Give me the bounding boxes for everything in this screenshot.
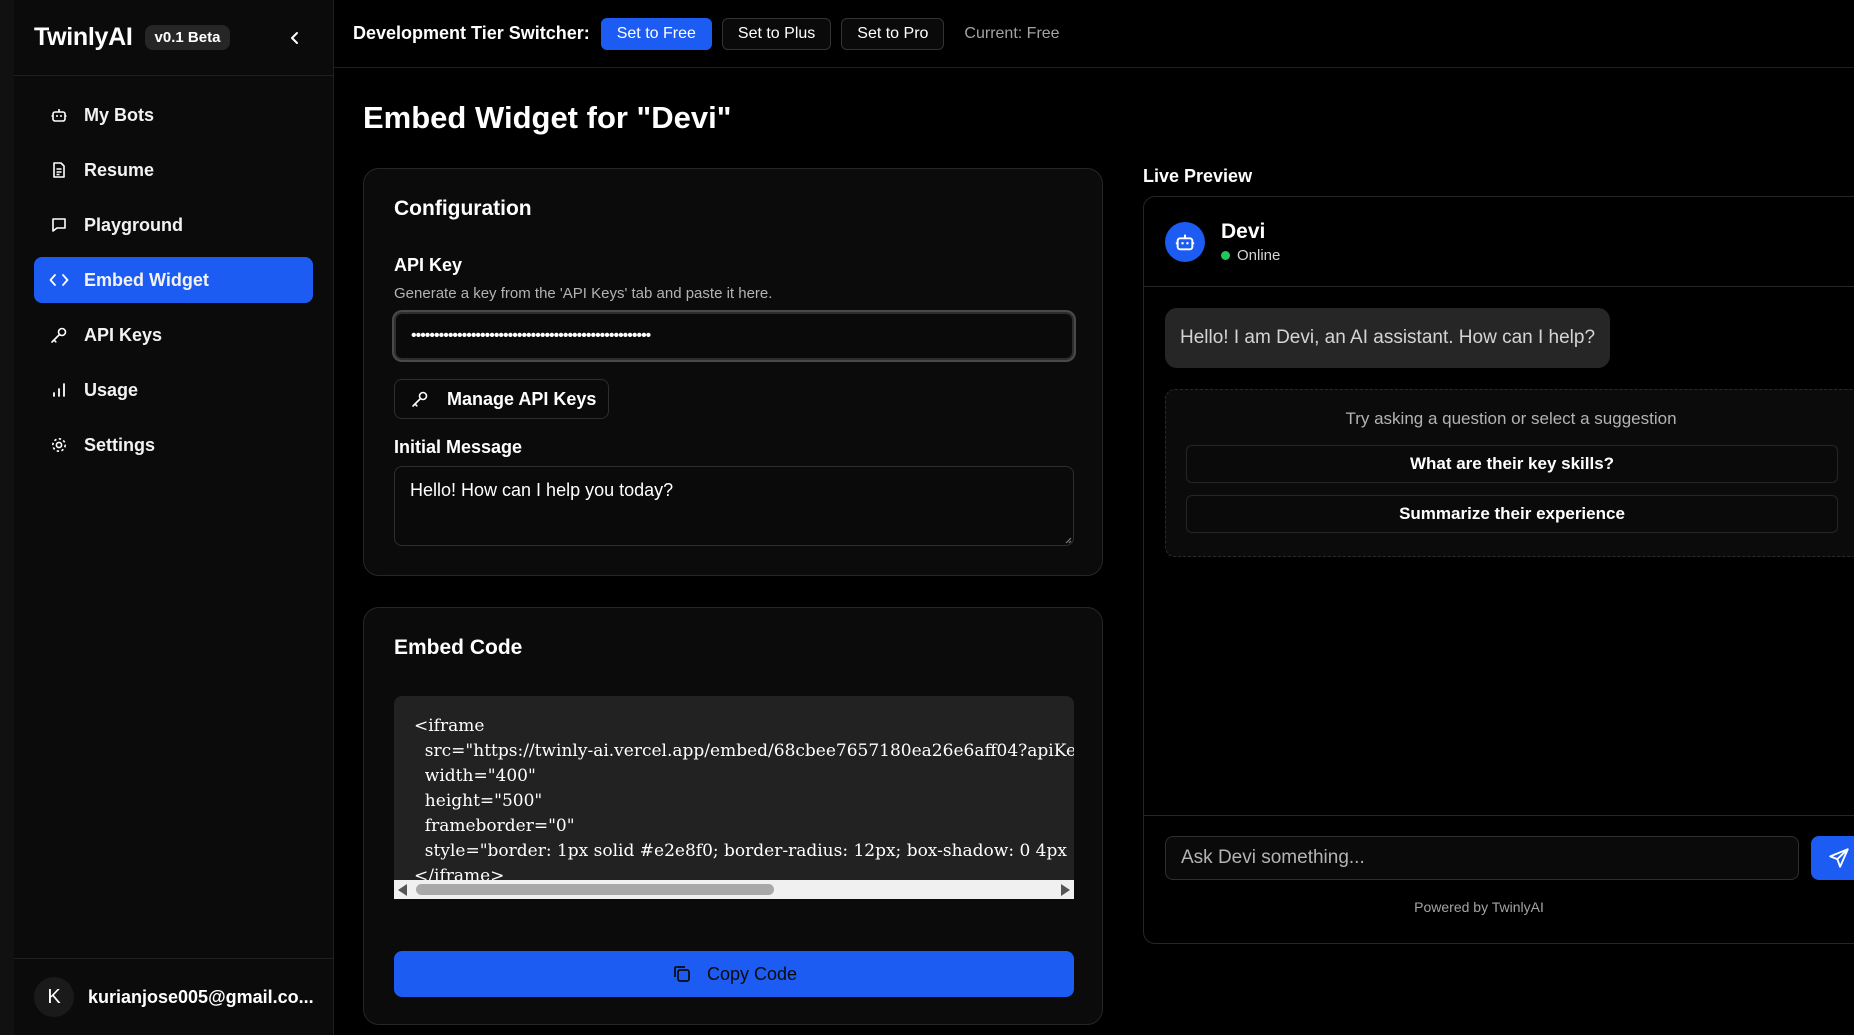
sidebar-item-embed-widget[interactable]: Embed Widget: [34, 257, 313, 303]
resize-grip-icon[interactable]: [1064, 536, 1072, 544]
sidebar: TwinlyAI v0.1 Beta My Bots Resume Playgr…: [14, 0, 334, 1035]
sidebar-item-api-keys[interactable]: API Keys: [34, 312, 313, 358]
page-title: Embed Widget for "Devi": [363, 100, 732, 135]
chat-widget-preview: Devi Online Hello! I am Devi, an AI assi…: [1143, 196, 1854, 944]
chat-message-input[interactable]: [1165, 836, 1799, 880]
version-badge: v0.1 Beta: [144, 25, 231, 50]
scroll-left-arrow-icon[interactable]: [398, 884, 407, 896]
chat-header: Devi Online: [1144, 197, 1854, 287]
live-preview-title: Live Preview: [1143, 166, 1253, 186]
bot-greeting-message: Hello! I am Devi, an AI assistant. How c…: [1165, 308, 1611, 368]
api-key-hint: Generate a key from the 'API Keys' tab a…: [394, 285, 773, 302]
current-tier: Current: Free: [964, 24, 1060, 42]
suggestion-button[interactable]: What are their key skills?: [1186, 445, 1838, 483]
user-menu[interactable]: K kurianjose005@gmail.co...: [14, 958, 334, 1035]
sidebar-header: TwinlyAI v0.1 Beta: [14, 0, 333, 76]
api-key-label: API Key: [394, 255, 463, 275]
copy-icon: [671, 963, 693, 985]
copy-code-button[interactable]: Copy Code: [394, 951, 1074, 997]
send-button[interactable]: [1811, 836, 1854, 880]
gear-icon: [48, 434, 70, 456]
bot-icon: [48, 104, 70, 126]
online-dot-icon: [1221, 250, 1230, 260]
sidebar-item-label: Usage: [84, 379, 139, 400]
embed-code-card: Embed Code <iframe src="https://twinly-a…: [363, 607, 1103, 1025]
initial-message-label: Initial Message: [394, 437, 523, 457]
sidebar-item-usage[interactable]: Usage: [34, 367, 313, 413]
bot-icon: [1175, 234, 1195, 250]
suggestions-panel: Try asking a question or select a sugges…: [1165, 389, 1854, 557]
configuration-card: Configuration API Key Generate a key fro…: [363, 168, 1103, 576]
chevron-left-icon: [291, 32, 298, 44]
sidebar-item-playground[interactable]: Playground: [34, 202, 313, 248]
suggestions-prompt: Try asking a question or select a sugges…: [1345, 409, 1677, 428]
set-plus-button[interactable]: Set to Plus: [721, 17, 832, 50]
manage-api-keys-label: Manage API Keys: [447, 388, 597, 409]
sidebar-item-label: Embed Widget: [84, 269, 209, 290]
embed-code-title: Embed Code: [394, 636, 523, 659]
code-icon: [48, 269, 70, 291]
document-icon: [48, 159, 70, 181]
api-key-input[interactable]: [394, 312, 1074, 360]
code-horizontal-scrollbar[interactable]: [394, 880, 1074, 899]
set-pro-button[interactable]: Set to Pro: [841, 17, 945, 50]
brand-logo: TwinlyAI: [34, 23, 133, 51]
scrollbar-thumb[interactable]: [416, 884, 774, 895]
status-badge: Online: [1221, 247, 1280, 264]
copy-code-label: Copy Code: [706, 963, 798, 984]
key-icon: [48, 324, 70, 346]
manage-api-keys-button[interactable]: Manage API Keys: [394, 379, 610, 419]
window-edge: [0, 0, 14, 1035]
tier-switcher-bar: Development Tier Switcher: Set to Free S…: [334, 0, 1854, 68]
bot-avatar: [1165, 221, 1205, 262]
sidebar-item-resume[interactable]: Resume: [34, 147, 313, 193]
send-icon: [1829, 848, 1849, 868]
set-free-button[interactable]: Set to Free: [600, 17, 712, 50]
initial-message-input[interactable]: Hello! How can I help you today?: [394, 466, 1074, 546]
suggestion-button[interactable]: Summarize their experience: [1186, 495, 1838, 533]
chat-bubble-icon: [48, 214, 70, 236]
sidebar-item-label: Resume: [84, 159, 155, 180]
bot-name: Devi: [1221, 219, 1266, 243]
bar-chart-icon: [48, 379, 70, 401]
embed-code-text: <iframe src="https://twinly-ai.vercel.ap…: [414, 716, 1074, 880]
sidebar-nav: My Bots Resume Playground Embed Widget A…: [34, 92, 313, 477]
scroll-right-arrow-icon[interactable]: [1061, 884, 1070, 896]
tier-switcher-label: Development Tier Switcher:: [353, 23, 590, 43]
powered-by-text: Powered by TwinlyAI: [1414, 899, 1544, 915]
sidebar-item-label: API Keys: [84, 324, 163, 345]
user-email: kurianjose005@gmail.co...: [88, 986, 314, 1007]
sidebar-item-label: My Bots: [84, 104, 155, 125]
configuration-title: Configuration: [394, 197, 532, 220]
sidebar-item-label: Settings: [84, 434, 156, 455]
sidebar-item-settings[interactable]: Settings: [34, 422, 313, 468]
collapse-sidebar-button[interactable]: [279, 22, 311, 54]
embed-code-block[interactable]: <iframe src="https://twinly-ai.vercel.ap…: [394, 696, 1074, 880]
status-text: Online: [1237, 246, 1281, 264]
chat-footer: Powered by TwinlyAI: [1144, 815, 1854, 943]
key-icon: [409, 388, 431, 410]
avatar: K: [34, 977, 74, 1017]
sidebar-item-my-bots[interactable]: My Bots: [34, 92, 313, 138]
sidebar-item-label: Playground: [84, 214, 184, 235]
